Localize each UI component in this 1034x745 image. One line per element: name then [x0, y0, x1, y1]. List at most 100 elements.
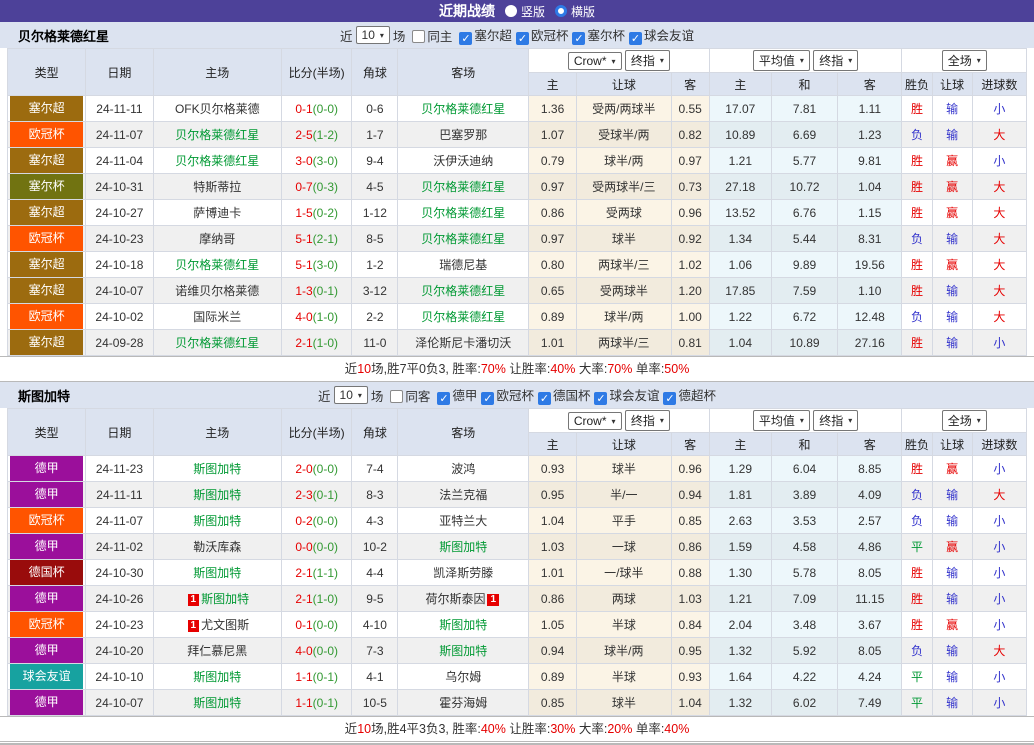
- checkbox-icon[interactable]: ✓: [459, 32, 473, 45]
- period-select[interactable]: 全场 ▾: [941, 410, 987, 431]
- radio-selected-icon[interactable]: [555, 5, 567, 17]
- league-badge: 德甲: [6, 455, 87, 482]
- checkbox-icon[interactable]: ✓: [537, 392, 551, 405]
- summary-text: 单率:: [632, 362, 665, 376]
- odds-home: 0.97: [527, 225, 578, 252]
- checkbox-icon[interactable]: ✓: [628, 32, 642, 45]
- avg-away: 2.57: [837, 507, 903, 534]
- odds-stage-select[interactable]: 终指 ▾: [624, 410, 670, 431]
- radio-horizontal-layout[interactable]: 横版: [555, 3, 595, 20]
- same-away-filter[interactable]: 同客: [390, 386, 430, 405]
- odds-handicap: 受两球: [576, 199, 672, 226]
- match-count-select[interactable]: 10 ▾: [333, 386, 368, 404]
- col-result: 胜负: [901, 72, 933, 96]
- radio-vertical-layout[interactable]: 竖版: [504, 3, 545, 20]
- avg-draw: 10.89: [770, 329, 839, 356]
- avg-away: 11.15: [837, 585, 903, 612]
- checkbox-icon[interactable]: ✓: [437, 392, 451, 405]
- period-dropdown-cell: 全场 ▾: [901, 408, 1027, 433]
- col-away: 客场: [397, 408, 529, 456]
- avg-stage-select[interactable]: 终指 ▾: [813, 50, 859, 71]
- match-count-select[interactable]: 10 ▾: [355, 26, 390, 44]
- period-select[interactable]: 全场 ▾: [941, 50, 987, 71]
- same-home-filter[interactable]: 同主: [412, 26, 452, 45]
- match-row: 德甲 24-10-07 斯图加特 1-1(0-1) 10-5 霍芬海姆 0.85 球半 1.04…: [6, 689, 1028, 716]
- league-filter-德甲[interactable]: ✓ 德甲: [437, 389, 477, 405]
- radio-vertical-label: 竖版: [520, 4, 545, 19]
- checkbox-icon[interactable]: ✓: [515, 32, 529, 45]
- match-score: 1-1(0-1): [281, 663, 353, 690]
- summary-stuttgart: 近10场,胜4平3负3, 胜率:40% 让胜率:30% 大率:20% 单率:40…: [0, 716, 1034, 742]
- avg-home: 1.21: [708, 147, 772, 174]
- match-row: 德甲 24-10-26 1 斯图加特 2-1(1-0) 9-5 荷尔斯泰因 1 0.86 两球 1.…: [6, 585, 1028, 612]
- odds-away: 0.95: [670, 637, 710, 664]
- avg-away: 8.05: [837, 559, 903, 586]
- topbar: 近期战绩 竖版 横版: [0, 0, 1034, 22]
- odds-handicap: 两球半/三: [576, 251, 672, 278]
- odds-stage-select[interactable]: 终指 ▾: [624, 50, 670, 71]
- checkbox-icon[interactable]: ✓: [572, 32, 586, 45]
- summary-text: 50%: [664, 362, 690, 376]
- avg-away: 9.81: [837, 147, 903, 174]
- corner-score: 7-4: [351, 455, 399, 482]
- handicap-result-cell: 输: [931, 225, 973, 252]
- red-card-icon: 1: [187, 620, 200, 632]
- avg-draw: 5.77: [770, 147, 839, 174]
- checkbox-icon[interactable]: ✓: [663, 392, 677, 405]
- avg-home: 1.34: [708, 225, 772, 252]
- avg-home: 1.04: [708, 329, 772, 356]
- away-team: 荷尔斯泰因 1: [397, 585, 529, 612]
- avg-stage-select[interactable]: 终指 ▾: [813, 410, 859, 431]
- match-date: 24-11-04: [85, 147, 154, 174]
- period-dropdown-cell: 全场 ▾: [901, 48, 1027, 73]
- avg-home: 2.04: [708, 611, 772, 638]
- league-filter-欧冠杯[interactable]: ✓ 欧冠杯: [515, 29, 568, 45]
- handicap-result-cell: 赢: [931, 173, 973, 200]
- league-filter-德超杯[interactable]: ✓ 德超杯: [663, 389, 716, 405]
- odds-handicap: 半球: [576, 611, 672, 638]
- odds-dropdown-cell: Crow* ▾ 终指 ▾: [527, 408, 710, 433]
- col-home: 主场: [152, 408, 283, 456]
- bookmaker-select[interactable]: Crow* ▾: [567, 412, 622, 430]
- result-cell: 胜: [901, 585, 933, 612]
- col-away: 客场: [397, 48, 529, 96]
- checkbox-icon[interactable]: [412, 29, 426, 43]
- league-badge: 德国杯: [6, 559, 87, 586]
- result-cell: 胜: [901, 251, 933, 278]
- league-filter-德国杯[interactable]: ✓ 德国杯: [537, 389, 590, 405]
- league-filter-塞尔超[interactable]: ✓ 塞尔超: [459, 29, 512, 45]
- handicap-result-cell: 赢: [931, 611, 973, 638]
- result-cell: 胜: [901, 455, 933, 482]
- odds-away: 0.86: [670, 533, 710, 560]
- avg-away: 8.85: [837, 455, 903, 482]
- away-team: 乌尔姆: [397, 663, 529, 690]
- league-badge: 塞尔超: [6, 95, 87, 122]
- red-card-icon: 1: [187, 594, 200, 606]
- average-select[interactable]: 平均值 ▾: [752, 50, 810, 71]
- radio-icon[interactable]: [504, 5, 517, 17]
- avg-home: 2.63: [708, 507, 772, 534]
- match-date: 24-10-02: [85, 303, 154, 330]
- summary-text: 让胜率:: [505, 362, 551, 376]
- league-filter-球会友谊[interactable]: ✓ 球会友谊: [628, 29, 694, 45]
- bookmaker-select[interactable]: Crow* ▾: [567, 52, 622, 70]
- league-filter-球会友谊[interactable]: ✓ 球会友谊: [594, 389, 659, 405]
- checkbox-icon[interactable]: [390, 389, 404, 403]
- average-select[interactable]: 平均值 ▾: [752, 410, 810, 431]
- odds-away: 0.93: [670, 663, 710, 690]
- home-team: 国际米兰: [152, 303, 283, 330]
- checkbox-icon[interactable]: ✓: [481, 392, 495, 405]
- handicap-result-cell: 赢: [931, 533, 973, 560]
- league-filter-欧冠杯[interactable]: ✓ 欧冠杯: [481, 389, 534, 405]
- section-header-red-star: 贝尔格莱德红星 近 10 ▾ 场 同主 ✓ 塞尔超 ✓ 欧冠杯 ✓ 塞尔杯 ✓ 球会友谊: [0, 22, 1034, 48]
- col-odds-handicap: 让球: [576, 72, 672, 96]
- checkbox-icon[interactable]: ✓: [594, 392, 608, 405]
- away-team: 泽伦斯尼卡潘切沃: [397, 329, 529, 356]
- match-score: 2-3(0-1): [281, 481, 353, 508]
- league-filter-塞尔杯[interactable]: ✓ 塞尔杯: [572, 29, 625, 45]
- page-title: 近期战绩: [438, 3, 495, 19]
- avg-draw: 7.81: [770, 95, 839, 122]
- home-team: 1 斯图加特: [152, 585, 283, 612]
- goals-result-cell: 大: [971, 173, 1028, 200]
- result-cell: 负: [901, 303, 933, 330]
